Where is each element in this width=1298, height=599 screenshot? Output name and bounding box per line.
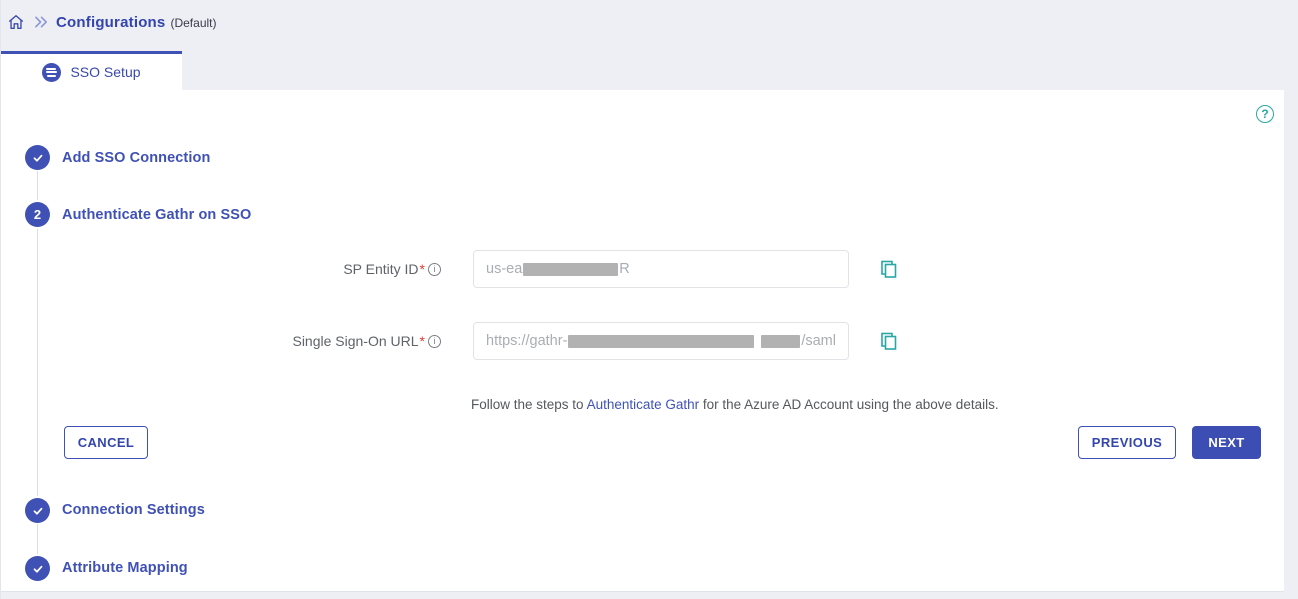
sso-url-value-suffix: /saml <box>801 333 836 349</box>
authenticate-gathr-link[interactable]: Authenticate Gathr <box>587 397 700 412</box>
sp-entity-id-input[interactable]: us-ea R <box>473 250 849 288</box>
sso-url-label: Single Sign-On URL*i <box>1 333 441 349</box>
step2-number: 2 <box>34 207 41 222</box>
redacted-value <box>523 263 618 276</box>
configurations-page: Configurations (Default) SSO Setup ? Add… <box>0 0 1298 599</box>
step4-completed-check-icon <box>25 556 50 581</box>
breadcrumb-suffix: (Default) <box>170 14 216 30</box>
sso-url-input[interactable]: https://gathr- /saml <box>473 322 849 360</box>
copy-sso-url-icon[interactable] <box>879 331 899 351</box>
breadcrumb-title[interactable]: Configurations <box>56 14 165 31</box>
help-icon[interactable]: ? <box>1256 105 1274 123</box>
step4-attribute-mapping[interactable]: Attribute Mapping <box>62 560 188 576</box>
sso-setup-panel: ? Add SSO Connection 2 Authenticate Gath… <box>1 90 1284 592</box>
step3-completed-check-icon <box>25 498 50 523</box>
tab-sso-setup-label: SSO Setup <box>70 64 140 80</box>
sp-entity-id-label-text: SP Entity ID <box>343 261 418 277</box>
helper-text: Follow the steps to Authenticate Gathr f… <box>471 397 999 412</box>
redacted-value <box>761 335 800 348</box>
sso-url-value-prefix: https://gathr- <box>486 333 567 349</box>
sp-entity-id-label: SP Entity ID*i <box>1 261 441 277</box>
breadcrumb-separator-icon <box>34 15 49 29</box>
required-asterisk: * <box>420 261 425 277</box>
step1-add-sso-connection[interactable]: Add SSO Connection <box>62 150 210 166</box>
required-asterisk: * <box>420 333 425 349</box>
copy-sp-entity-id-icon[interactable] <box>879 259 899 279</box>
info-icon[interactable]: i <box>428 335 441 348</box>
info-icon[interactable]: i <box>428 263 441 276</box>
step2-authenticate-gathr[interactable]: Authenticate Gathr on SSO <box>62 207 251 223</box>
step2-number-badge: 2 <box>25 202 50 227</box>
home-icon[interactable] <box>6 12 26 32</box>
previous-button[interactable]: PREVIOUS <box>1078 426 1176 459</box>
breadcrumb: Configurations (Default) <box>1 0 216 44</box>
tab-sso-setup[interactable]: SSO Setup <box>1 51 182 90</box>
sso-url-label-text: Single Sign-On URL <box>292 333 418 349</box>
step1-completed-check-icon <box>25 145 50 170</box>
sp-entity-id-value-suffix: R <box>619 261 629 277</box>
sso-tab-icon <box>42 63 61 82</box>
step3-connection-settings[interactable]: Connection Settings <box>62 502 205 518</box>
sp-entity-id-row: SP Entity ID*i us-ea R <box>1 250 899 288</box>
sp-entity-id-value-prefix: us-ea <box>486 261 522 277</box>
cancel-button[interactable]: CANCEL <box>64 426 148 459</box>
step-connector <box>37 171 38 200</box>
helper-text-after: for the Azure AD Account using the above… <box>699 397 998 412</box>
step-connector <box>37 524 38 554</box>
next-button[interactable]: NEXT <box>1192 426 1261 459</box>
redacted-value <box>568 335 754 348</box>
sso-url-row: Single Sign-On URL*i https://gathr- /saml <box>1 322 899 360</box>
helper-text-before: Follow the steps to <box>471 397 587 412</box>
